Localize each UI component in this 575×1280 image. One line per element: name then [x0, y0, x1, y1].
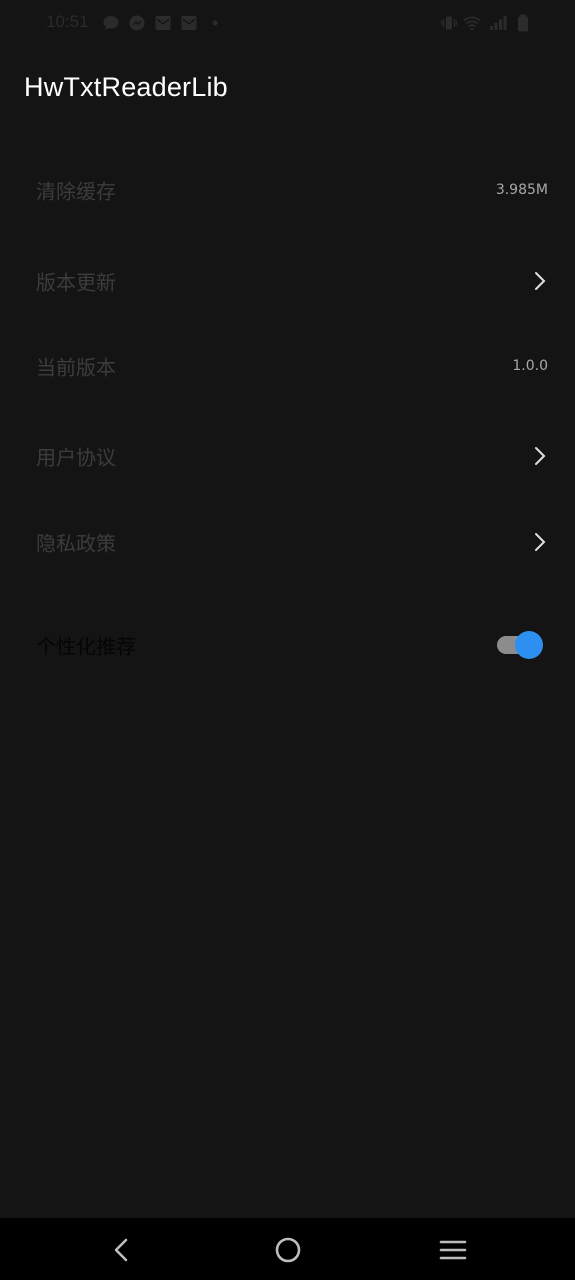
- chevron-right-icon: [533, 270, 547, 292]
- personalized-recommendation-row: 个性化推荐: [0, 615, 575, 675]
- dot-icon: [206, 14, 224, 32]
- settings-screen: 10:51 HwTxtReaderLib 清除缓存 3.985M 版本更新 当前…: [0, 0, 575, 1280]
- battery-icon: [514, 14, 532, 32]
- privacy-policy-row[interactable]: 隐私政策: [0, 512, 575, 572]
- mail-icon: [154, 14, 172, 32]
- clear-cache-row[interactable]: 清除缓存 3.985M: [0, 160, 575, 220]
- chevron-right-icon: [533, 531, 547, 553]
- home-icon[interactable]: [273, 1235, 303, 1265]
- toggle-thumb: [515, 631, 543, 659]
- app-title: HwTxtReaderLib: [24, 72, 228, 102]
- personalized-recommendation-label: 个性化推荐: [36, 634, 136, 659]
- personalized-recommendation-toggle[interactable]: [497, 631, 543, 659]
- user-agreement-label: 用户协议: [36, 445, 116, 470]
- current-version-value: 1.0.0: [512, 358, 548, 374]
- user-agreement-row[interactable]: 用户协议: [0, 426, 575, 486]
- chat-bubble-icon: [102, 14, 120, 32]
- signal-icon: [489, 14, 507, 32]
- current-version-row: 当前版本 1.0.0: [0, 336, 575, 396]
- mail-icon: [180, 14, 198, 32]
- status-bar: 10:51: [0, 0, 575, 46]
- clear-cache-label: 清除缓存: [36, 179, 116, 204]
- chevron-right-icon: [533, 445, 547, 467]
- version-update-row[interactable]: 版本更新: [0, 251, 575, 311]
- messenger-icon: [128, 14, 146, 32]
- cache-size-value: 3.985M: [495, 182, 548, 198]
- vibrate-icon: [440, 14, 458, 32]
- version-update-label: 版本更新: [36, 270, 116, 295]
- current-version-label: 当前版本: [36, 355, 116, 380]
- wifi-icon: [463, 14, 481, 32]
- back-icon[interactable]: [107, 1235, 137, 1265]
- menu-icon[interactable]: [438, 1235, 468, 1265]
- privacy-policy-label: 隐私政策: [36, 531, 116, 556]
- status-time: 10:51: [46, 12, 89, 31]
- navigation-bar: [0, 1218, 575, 1280]
